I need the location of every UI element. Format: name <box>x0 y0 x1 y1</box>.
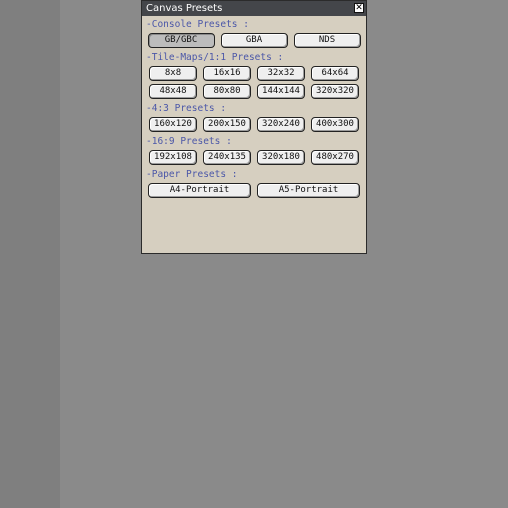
section-label-console: -Console Presets : <box>146 19 249 30</box>
preset-144x144-button[interactable]: 144x144 <box>257 84 305 99</box>
window-title: Canvas Presets <box>146 3 223 14</box>
preset-8x8-button[interactable]: 8x8 <box>149 66 197 81</box>
preset-192x108-button[interactable]: 192x108 <box>149 150 197 165</box>
preset-240x135-button[interactable]: 240x135 <box>203 150 251 165</box>
preset-320x320-button[interactable]: 320x320 <box>311 84 359 99</box>
section-label-paper: -Paper Presets : <box>146 169 238 180</box>
tilemap-presets-section: -Tile-Maps/1:1 Presets : 8x8 16x16 32x32… <box>142 51 366 99</box>
preset-nds-button[interactable]: NDS <box>293 33 361 48</box>
preset-200x150-button[interactable]: 200x150 <box>203 117 251 132</box>
canvas-presets-window: Canvas Presets ✕ -Console Presets : GB/G… <box>141 0 367 254</box>
console-presets-section: -Console Presets : GB/GBC GBA NDS <box>142 18 366 48</box>
preset-320x180-button[interactable]: 320x180 <box>257 150 305 165</box>
background-right <box>0 254 60 508</box>
title-bar: Canvas Presets ✕ <box>142 1 366 16</box>
section-label-tilemaps: -Tile-Maps/1:1 Presets : <box>146 52 284 63</box>
section-label-4-3: -4:3 Presets : <box>146 103 227 114</box>
preset-gb-gbc-button[interactable]: GB/GBC <box>147 33 215 48</box>
preset-80x80-button[interactable]: 80x80 <box>203 84 251 99</box>
preset-400x300-button[interactable]: 400x300 <box>311 117 359 132</box>
preset-32x32-button[interactable]: 32x32 <box>257 66 305 81</box>
paper-presets-section: -Paper Presets : A4-Portrait A5-Portrait <box>142 168 366 198</box>
sixteen-nine-presets-section: -16:9 Presets : 192x108 240x135 320x180 … <box>142 135 366 165</box>
section-label-16-9: -16:9 Presets : <box>146 136 232 147</box>
close-icon[interactable]: ✕ <box>354 3 364 13</box>
preset-16x16-button[interactable]: 16x16 <box>203 66 251 81</box>
preset-gba-button[interactable]: GBA <box>220 33 288 48</box>
preset-48x48-button[interactable]: 48x48 <box>149 84 197 99</box>
preset-480x270-button[interactable]: 480x270 <box>311 150 359 165</box>
four-three-presets-section: -4:3 Presets : 160x120 200x150 320x240 4… <box>142 102 366 132</box>
preset-320x240-button[interactable]: 320x240 <box>257 117 305 132</box>
preset-a4-portrait-button[interactable]: A4-Portrait <box>148 183 251 198</box>
preset-a5-portrait-button[interactable]: A5-Portrait <box>257 183 360 198</box>
preset-64x64-button[interactable]: 64x64 <box>311 66 359 81</box>
background-left <box>0 0 60 254</box>
preset-160x120-button[interactable]: 160x120 <box>149 117 197 132</box>
